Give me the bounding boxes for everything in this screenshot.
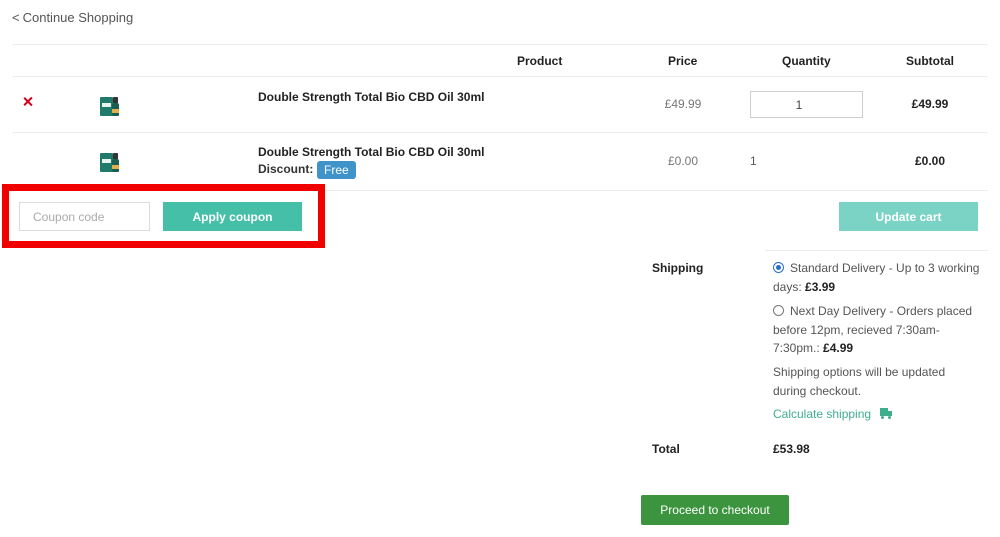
item-quantity: 1 (750, 154, 757, 168)
option-price: £4.99 (823, 341, 854, 355)
item-subtotal: £0.00 (914, 154, 946, 168)
quantity-input[interactable] (750, 91, 863, 118)
discount-label: Discount: (258, 162, 314, 176)
continue-shopping-link[interactable]: < Continue Shopping (12, 10, 133, 25)
order-total-value: £53.98 (773, 442, 810, 456)
calculate-shipping-link[interactable]: Calculate shipping (773, 407, 871, 421)
remove-item-icon[interactable] (22, 96, 34, 108)
standard-delivery-option: Standard Delivery - Up to 3 working days… (773, 259, 983, 296)
header-product: Product (517, 54, 563, 68)
header-subtotal: Subtotal (906, 54, 954, 68)
back-chevron-icon: < (12, 10, 20, 25)
divider (641, 431, 988, 432)
update-cart-button[interactable]: Update cart (839, 202, 978, 231)
continue-shopping-label: Continue Shopping (22, 10, 134, 25)
option-price: £3.99 (805, 279, 836, 294)
product-name-link[interactable]: Double Strength Total Bio CBD Oil 30ml (258, 90, 484, 104)
option-text: Next Day Delivery - Orders placed before… (773, 304, 973, 355)
truck-wheel (888, 416, 891, 419)
free-badge: Free (317, 161, 356, 179)
truck-wheel (881, 416, 884, 419)
shipping-note: Shipping options will be updated during … (773, 365, 946, 398)
bottle-label (112, 165, 119, 169)
truck-body (880, 408, 888, 416)
header-quantity: Quantity (782, 54, 831, 68)
coupon-code-input[interactable] (19, 202, 150, 231)
divider (12, 132, 988, 133)
truck-icon[interactable] (880, 408, 893, 419)
apply-coupon-button[interactable]: Apply coupon (163, 202, 302, 231)
divider (12, 76, 988, 77)
total-label: Total (652, 442, 680, 456)
item-price: £0.00 (667, 154, 699, 168)
divider (765, 250, 988, 251)
option-text: Standard Delivery - Up to 3 working days… (773, 261, 980, 294)
item-price: £49.99 (664, 97, 702, 111)
product-thumbnail[interactable] (100, 144, 120, 172)
divider (12, 44, 988, 45)
next-day-delivery-option: Next Day Delivery - Orders placed before… (773, 302, 983, 358)
shipping-label: Shipping (652, 261, 704, 275)
product-name-link[interactable]: Double Strength Total Bio CBD Oil 30ml (258, 145, 484, 159)
header-price: Price (668, 54, 698, 68)
bottle-label (112, 109, 119, 113)
item-subtotal: £49.99 (911, 97, 949, 111)
proceed-to-checkout-button[interactable]: Proceed to checkout (641, 495, 789, 525)
product-thumbnail[interactable] (100, 88, 120, 116)
